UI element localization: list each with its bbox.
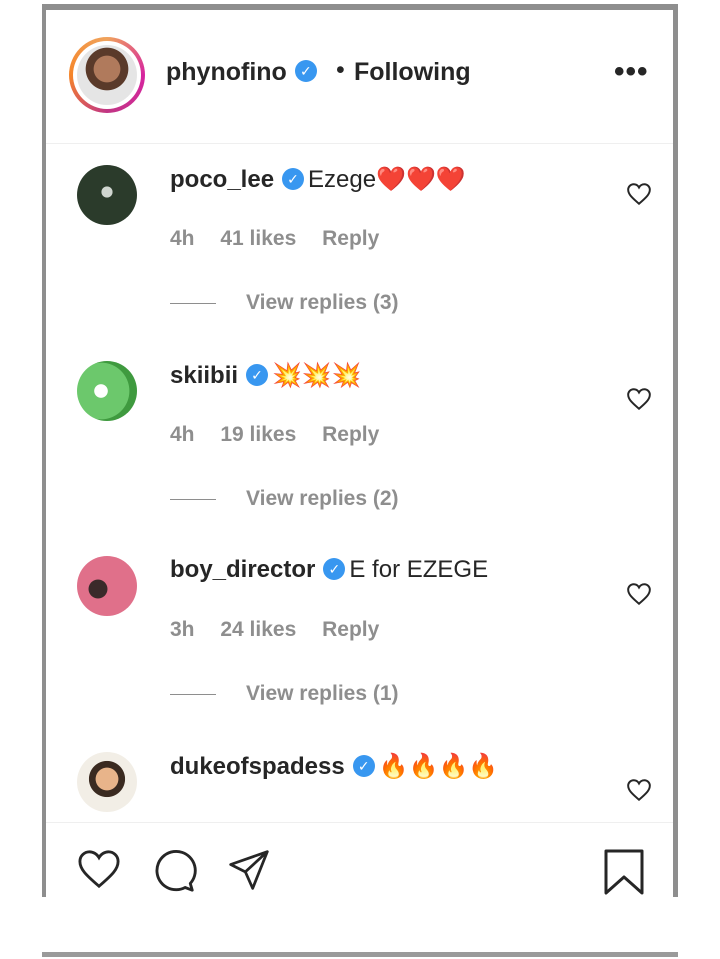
replies-dash bbox=[170, 302, 216, 304]
comment-meta: 4h 41 likes Reply bbox=[170, 227, 399, 251]
comment-avatar[interactable] bbox=[77, 361, 137, 421]
frame-right-border bbox=[673, 4, 678, 897]
reply-button[interactable]: Reply bbox=[322, 227, 379, 250]
post-card: phynofino ✓ • Following ••• poco_lee ✓ Ezeg… bbox=[46, 10, 673, 897]
following-button[interactable]: Following bbox=[354, 58, 471, 87]
comment-likes[interactable]: 19 likes bbox=[220, 423, 296, 446]
verified-badge-icon: ✓ bbox=[294, 60, 317, 83]
like-comment-heart-icon[interactable] bbox=[626, 182, 652, 206]
share-icon[interactable] bbox=[226, 848, 272, 892]
verified-badge-icon: ✓ bbox=[282, 167, 305, 190]
comment-likes[interactable]: 41 likes bbox=[220, 227, 296, 250]
more-options-icon[interactable]: ••• bbox=[614, 57, 649, 87]
comment-avatar[interactable] bbox=[77, 165, 137, 225]
comment-body: skiibii ✓ 💥💥💥 bbox=[170, 361, 362, 390]
comment-avatar[interactable] bbox=[77, 752, 137, 812]
comment-text: Ezege❤️❤️❤️ bbox=[308, 166, 466, 193]
comment-meta: 4h 19 likes Reply bbox=[170, 423, 399, 447]
like-comment-heart-icon[interactable] bbox=[626, 387, 652, 411]
post-actions-bar bbox=[46, 822, 673, 898]
heart-icon[interactable] bbox=[76, 848, 122, 890]
view-replies-button[interactable]: View replies (2) bbox=[170, 487, 399, 511]
comment-text: 💥💥💥 bbox=[272, 362, 362, 389]
post-header: phynofino ✓ • Following ••• bbox=[46, 10, 673, 144]
frame-bottom-border bbox=[42, 952, 678, 957]
header-avatar[interactable] bbox=[69, 37, 145, 113]
comment-body: boy_director ✓ E for EZEGE bbox=[170, 556, 488, 584]
header-username[interactable]: phynofino ✓ bbox=[166, 58, 317, 87]
bookmark-icon[interactable] bbox=[602, 848, 646, 896]
reply-button[interactable]: Reply bbox=[322, 618, 379, 641]
comment-item: dukeofspadess ✓ 🔥🔥🔥🔥 bbox=[46, 752, 673, 822]
replies-dash bbox=[170, 498, 216, 500]
view-replies-button[interactable]: View replies (1) bbox=[170, 682, 399, 706]
comment-time: 3h bbox=[170, 618, 195, 641]
reply-button[interactable]: Reply bbox=[322, 423, 379, 446]
comment-meta: 3h 24 likes Reply bbox=[170, 618, 399, 642]
verified-badge-icon: ✓ bbox=[246, 363, 269, 386]
comment-time: 4h bbox=[170, 423, 195, 446]
comment-text: E for EZEGE bbox=[349, 556, 489, 583]
like-comment-heart-icon[interactable] bbox=[626, 778, 652, 802]
comment-text: 🔥🔥🔥🔥 bbox=[378, 753, 499, 780]
comment-username[interactable]: poco_lee bbox=[170, 166, 274, 193]
comment-time: 4h bbox=[170, 227, 195, 250]
comment-likes[interactable]: 24 likes bbox=[220, 618, 296, 641]
verified-badge-icon: ✓ bbox=[352, 754, 375, 777]
comment-username[interactable]: skiibii bbox=[170, 362, 238, 389]
comment-body: dukeofspadess ✓ 🔥🔥🔥🔥 bbox=[170, 752, 498, 781]
like-comment-heart-icon[interactable] bbox=[626, 582, 652, 606]
comment-username[interactable]: dukeofspadess bbox=[170, 753, 345, 780]
comment-icon[interactable] bbox=[151, 848, 197, 894]
avatar-image bbox=[77, 45, 137, 105]
comment-username[interactable]: boy_director bbox=[170, 556, 315, 583]
comment-body: poco_lee ✓ Ezege❤️❤️❤️ bbox=[170, 165, 466, 194]
replies-dash bbox=[170, 693, 216, 695]
verified-badge-icon: ✓ bbox=[323, 557, 346, 580]
view-replies-button[interactable]: View replies (3) bbox=[170, 291, 399, 315]
comment-avatar[interactable] bbox=[77, 556, 137, 616]
header-separator: • bbox=[336, 56, 345, 84]
